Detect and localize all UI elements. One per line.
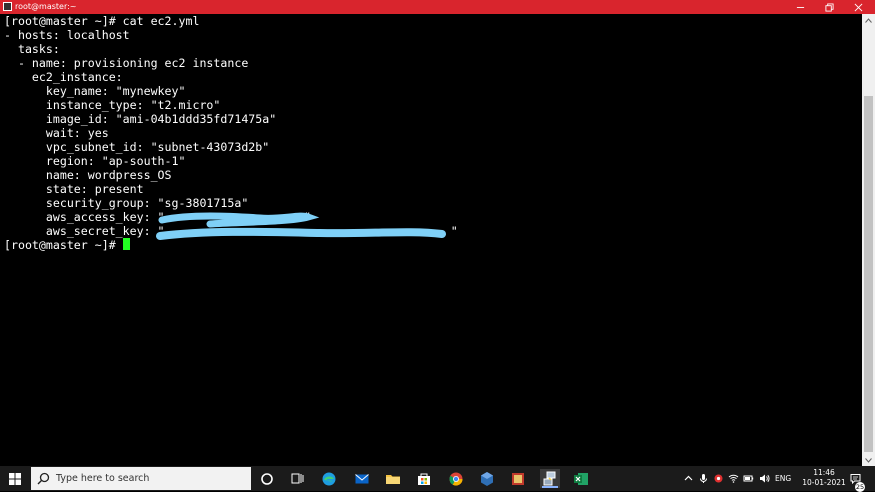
- terminal-output[interactable]: [root@master ~]# cat ec2.yml - hosts: lo…: [0, 14, 862, 466]
- window-title: root@master:~: [15, 2, 77, 11]
- search-placeholder: Type here to search: [56, 473, 150, 484]
- chevron-up-icon: [865, 17, 872, 23]
- network-tray-button[interactable]: [727, 466, 739, 491]
- terminal-line: image_id: "ami-04b1ddd35fd71475a": [4, 112, 277, 126]
- task-view-icon: [291, 473, 304, 483]
- active-indicator: [542, 486, 558, 488]
- battery-icon: [743, 475, 753, 482]
- minimize-button[interactable]: [786, 0, 814, 14]
- volume-tray-button[interactable]: [758, 466, 770, 491]
- file-explorer-button[interactable]: [383, 469, 403, 488]
- terminal-line: - hosts: localhost: [4, 28, 130, 42]
- app-tray-button[interactable]: [712, 466, 724, 491]
- putty-taskbar-button[interactable]: [540, 469, 560, 488]
- minimize-icon: [796, 6, 804, 8]
- wifi-icon: [728, 474, 738, 483]
- terminal-line: aws_access_key: " ": [4, 210, 312, 224]
- start-button[interactable]: [0, 466, 30, 491]
- maximize-button[interactable]: [815, 0, 843, 14]
- clock-date: 10-01-2021: [802, 478, 846, 487]
- terminal-line: - name: provisioning ec2 instance: [4, 56, 249, 70]
- vertical-scrollbar[interactable]: [862, 14, 875, 466]
- terminal-line: region: "ap-south-1": [4, 154, 186, 168]
- terminal-line: ec2_instance:: [4, 70, 123, 84]
- clock-time: 11:46: [813, 468, 835, 477]
- store-icon: [418, 473, 430, 485]
- title-bar: root@master:~: [0, 0, 875, 14]
- chrome-icon: [449, 472, 463, 485]
- battery-tray-button[interactable]: [742, 466, 754, 491]
- terminal-line: state: present: [4, 182, 144, 196]
- microphone-icon: [699, 474, 707, 483]
- restore-icon: [824, 2, 834, 12]
- putty-window-icon[interactable]: [3, 2, 12, 11]
- input-language-indicator[interactable]: ENG: [775, 466, 791, 491]
- chevron-down-icon: [865, 457, 872, 463]
- putty-icon: [543, 471, 556, 485]
- terminal-line: aws_secret_key: " ": [4, 224, 458, 238]
- store-button[interactable]: [414, 469, 434, 488]
- search-icon: [37, 472, 50, 485]
- excel-button[interactable]: [571, 469, 591, 488]
- terminal-line: name: wordpress_OS: [4, 168, 172, 182]
- edge-icon: [322, 472, 336, 485]
- notification-center-button[interactable]: 25: [848, 466, 865, 492]
- volume-icon: [759, 474, 770, 483]
- chevron-up-icon: [684, 475, 692, 481]
- prompt-line: [root@master ~]#: [4, 238, 130, 252]
- scroll-up-arrow[interactable]: [862, 14, 875, 26]
- task-view-button[interactable]: [287, 469, 307, 488]
- mail-icon: [355, 473, 369, 483]
- terminal-line: wait: yes: [4, 126, 109, 140]
- app-button[interactable]: [508, 469, 528, 488]
- scroll-down-arrow[interactable]: [862, 454, 875, 466]
- terminal-line: vpc_subnet_id: "subnet-43073d2b": [4, 140, 270, 154]
- prompt-text: [root@master ~]#: [4, 238, 123, 252]
- chrome-button[interactable]: [446, 469, 466, 488]
- file-explorer-icon: [386, 474, 400, 484]
- close-icon: [854, 3, 862, 11]
- show-hidden-icons-button[interactable]: [682, 466, 694, 491]
- virtualbox-button[interactable]: [477, 469, 497, 488]
- app-icon: [512, 472, 524, 485]
- taskbar-clock[interactable]: 11:46 10-01-2021: [802, 468, 846, 488]
- scroll-thumb[interactable]: [864, 96, 873, 452]
- taskbar: Type here to search ENG 11:46 10-01-2021…: [0, 466, 875, 492]
- excel-icon: [574, 472, 588, 485]
- terminal-line: key_name: "mynewkey": [4, 84, 186, 98]
- terminal-line: [root@master ~]# cat ec2.yml: [4, 14, 200, 28]
- windows-logo-icon: [9, 472, 21, 485]
- terminal-cursor: [122, 238, 130, 250]
- microphone-tray-button[interactable]: [697, 466, 709, 491]
- cortana-icon: [261, 472, 273, 485]
- mail-button[interactable]: [352, 469, 372, 488]
- terminal-line: instance_type: "t2.micro": [4, 98, 221, 112]
- edge-button[interactable]: [319, 469, 339, 488]
- red-app-icon: [714, 474, 722, 483]
- cortana-button[interactable]: [257, 469, 277, 488]
- terminal-line: security_group: "sg-3801715a": [4, 196, 249, 210]
- close-button[interactable]: [844, 0, 872, 14]
- terminal-line: tasks:: [4, 42, 60, 56]
- virtualbox-icon: [481, 471, 493, 486]
- taskbar-search-box[interactable]: Type here to search: [31, 467, 251, 490]
